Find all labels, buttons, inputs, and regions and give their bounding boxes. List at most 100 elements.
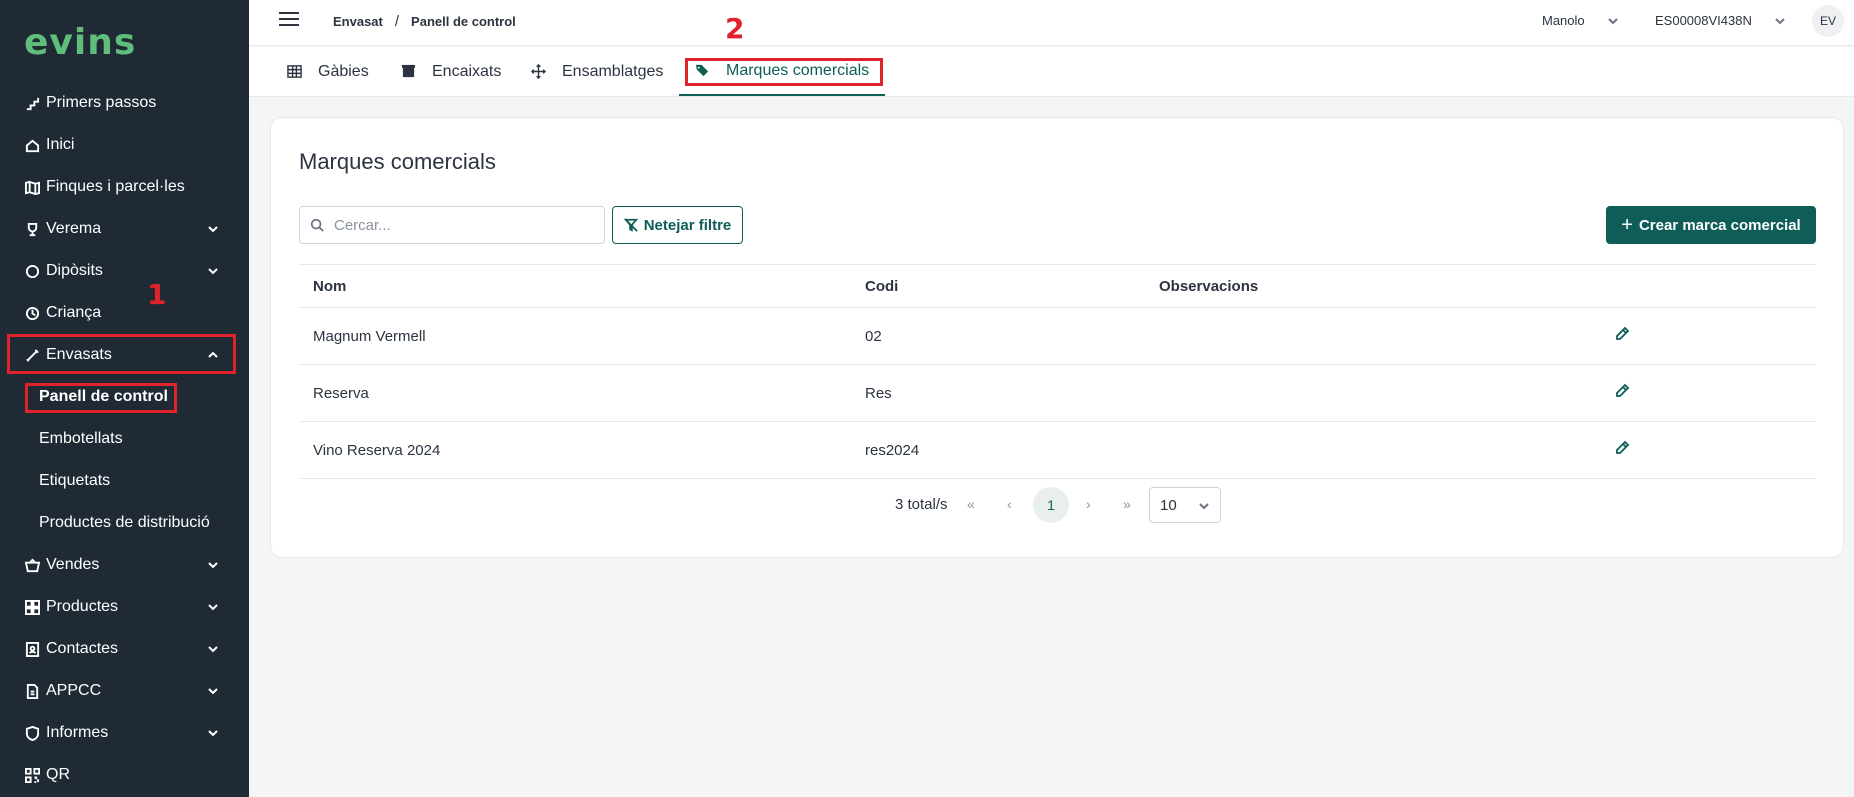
sidebar-subitem-panell-de-control[interactable]: Panell de control — [0, 376, 249, 418]
column-header-actions — [1600, 264, 1816, 308]
page-title: Marques comercials — [299, 149, 496, 174]
sidebar-item-label: Primers passos — [46, 94, 157, 111]
sidebar-item-label: Vendes — [46, 556, 100, 573]
sidebar-item-label: Productes — [46, 598, 119, 615]
cell-observacions — [1145, 307, 1600, 365]
search-icon — [310, 218, 324, 232]
tab-label: Encaixats — [432, 62, 502, 80]
breadcrumb: Envasat / Panell de control — [333, 13, 516, 30]
sidebar-item-label: Contactes — [46, 640, 119, 657]
search-input[interactable] — [334, 216, 584, 234]
edit-cell — [1600, 421, 1816, 479]
company-dropdown[interactable]: ES00008VI438N — [1655, 13, 1786, 28]
clear-filter-button[interactable]: Netejar filtre — [612, 206, 743, 244]
sidebar-subitem-etiquetats[interactable]: Etiquetats — [0, 460, 249, 502]
chevron-down-icon — [207, 642, 219, 654]
sidebar-item-label: APPCC — [46, 682, 102, 699]
pagination: 3 total/s « ‹ 1 › » 10 — [271, 487, 1843, 523]
cell-observacions — [1145, 421, 1600, 479]
tab-gabies[interactable]: Gàbies — [287, 47, 369, 96]
chevron-down-icon — [207, 222, 219, 234]
chevron-down-icon — [1199, 503, 1209, 510]
sidebar-nav: Primers passos Inici Finques i parcel·le… — [0, 82, 249, 796]
sidebar: evins Primers passos Inici Finques i par… — [0, 0, 249, 797]
last-page-button[interactable]: » — [1123, 496, 1131, 512]
sidebar-item-inici[interactable]: Inici — [0, 124, 249, 166]
chevron-down-icon — [1607, 17, 1618, 24]
cell-nom: Magnum Vermell — [299, 307, 851, 365]
breadcrumb-item[interactable]: Envasat — [333, 14, 383, 29]
sidebar-item-label: QR — [46, 766, 70, 783]
tags-icon — [695, 64, 709, 77]
document-icon — [24, 683, 40, 699]
sidebar-item-appcc[interactable]: APPCC — [0, 670, 249, 712]
sidebar-item-informes[interactable]: Informes — [0, 712, 249, 754]
tab-label: Marques comercials — [726, 61, 870, 79]
chevron-down-icon — [1775, 17, 1785, 24]
cell-codi: 02 — [851, 307, 1145, 365]
sidebar-item-crianca[interactable]: Criança — [0, 292, 249, 334]
sidebar-item-diposits[interactable]: Dipòsits — [0, 250, 249, 292]
map-icon — [24, 179, 40, 195]
page-size-select[interactable]: 10 — [1149, 487, 1221, 523]
table-row: Reserva Res — [299, 364, 1816, 422]
first-page-button[interactable]: « — [967, 496, 975, 512]
tab-bar: Gàbies Encaixats Ensamblatges Marques co… — [249, 47, 1854, 97]
sidebar-subitem-embotellats[interactable]: Embotellats — [0, 418, 249, 460]
cell-codi: res2024 — [851, 421, 1145, 479]
sidebar-subitem-productes-distribucio[interactable]: Productes de distribució — [0, 502, 249, 544]
current-page[interactable]: 1 — [1033, 487, 1069, 523]
stairs-icon — [24, 95, 40, 111]
search-box[interactable] — [299, 206, 605, 244]
tab-label: Ensamblatges — [562, 62, 664, 80]
home-icon — [24, 137, 40, 153]
column-header-nom[interactable]: Nom — [299, 264, 851, 308]
create-brand-label: Crear marca comercial — [1638, 216, 1801, 234]
plus-icon: + — [1621, 213, 1633, 236]
grid-icon — [24, 599, 40, 615]
bottle-icon — [24, 347, 40, 363]
main-card: Marques comercials Netejar filtre + Crea… — [270, 117, 1844, 558]
grid-icon — [287, 65, 302, 78]
edit-cell — [1600, 307, 1816, 365]
sidebar-item-vendes[interactable]: Vendes — [0, 544, 249, 586]
sidebar-item-primers-passos[interactable]: Primers passos — [0, 82, 249, 124]
shield-icon — [24, 725, 40, 741]
sidebar-item-label: Finques i parcel·les — [46, 178, 185, 195]
qr-icon — [24, 767, 40, 783]
column-header-observacions[interactable]: Observacions — [1145, 264, 1600, 308]
filter-off-icon — [623, 218, 638, 232]
tab-ensamblatges[interactable]: Ensamblatges — [531, 47, 663, 96]
annotation-number-1: 1 — [147, 278, 167, 311]
cell-observacions — [1145, 364, 1600, 422]
page-size-value: 10 — [1160, 496, 1177, 514]
chevron-down-icon — [207, 558, 219, 570]
basket-icon — [24, 557, 40, 573]
sidebar-item-envasats[interactable]: Envasats — [0, 334, 249, 376]
next-page-button[interactable]: › — [1086, 496, 1091, 512]
pencil-icon[interactable] — [1614, 383, 1630, 399]
tab-marques-comercials[interactable]: Marques comercials — [679, 47, 886, 96]
column-header-codi[interactable]: Codi — [851, 264, 1145, 308]
create-brand-button[interactable]: + Crear marca comercial — [1606, 206, 1816, 244]
tab-encaixats[interactable]: Encaixats — [401, 47, 501, 96]
pencil-icon[interactable] — [1614, 326, 1630, 342]
cell-nom: Reserva — [299, 364, 851, 422]
pencil-icon[interactable] — [1614, 440, 1630, 456]
breadcrumb-item: Panell de control — [411, 14, 516, 29]
sidebar-item-productes[interactable]: Productes — [0, 586, 249, 628]
sidebar-item-qr[interactable]: QR — [0, 754, 249, 796]
user-dropdown[interactable]: Manolo — [1542, 13, 1619, 28]
clear-filter-label: Netejar filtre — [643, 216, 732, 234]
user-name: Manolo — [1542, 13, 1585, 28]
sidebar-item-finques[interactable]: Finques i parcel·les — [0, 166, 249, 208]
menu-icon[interactable] — [279, 12, 299, 28]
sidebar-item-verema[interactable]: Verema — [0, 208, 249, 250]
sidebar-item-contactes[interactable]: Contactes — [0, 628, 249, 670]
breadcrumb-separator: / — [394, 13, 400, 30]
table-row: Vino Reserva 2024 res2024 — [299, 421, 1816, 479]
table-header-row: Nom Codi Observacions — [299, 264, 1816, 308]
prev-page-button[interactable]: ‹ — [1007, 496, 1012, 512]
sidebar-item-label: Envasats — [46, 346, 112, 363]
avatar[interactable]: EV — [1812, 5, 1844, 37]
